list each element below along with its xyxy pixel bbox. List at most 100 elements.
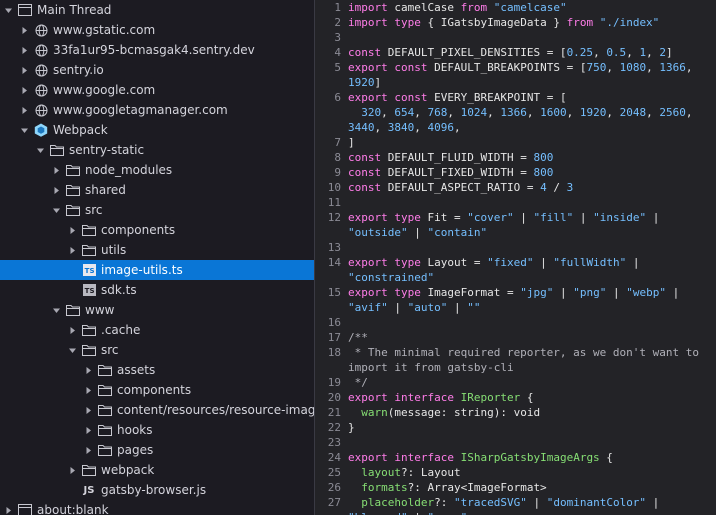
line-number[interactable]: 6 (315, 90, 341, 105)
tree-row[interactable]: .cache (0, 320, 314, 340)
tree-row[interactable]: pages (0, 440, 314, 460)
tree-row[interactable]: sentry.io (0, 60, 314, 80)
tree-row[interactable]: Main Thread (0, 0, 314, 20)
code-token: "camelcase" (493, 1, 567, 14)
expand-arrow-closed-icon[interactable] (83, 440, 93, 460)
code-token: 2048 (619, 106, 647, 119)
tree-row[interactable]: www.gstatic.com (0, 20, 314, 40)
tree-row[interactable]: hooks (0, 420, 314, 440)
line-number[interactable]: 17 (315, 330, 341, 345)
code-token: "png" (573, 286, 607, 299)
code-line-wrap: "outside" | "contain" (348, 225, 708, 240)
tree-row[interactable]: JS gatsby-browser.js (0, 480, 314, 500)
line-number[interactable]: 25 (315, 465, 341, 480)
line-number[interactable]: 18 (315, 345, 341, 360)
tree-row[interactable]: components (0, 380, 314, 400)
line-number[interactable]: 2 (315, 15, 341, 30)
tree-row[interactable]: src (0, 340, 314, 360)
code-token: ] (374, 76, 382, 89)
code-token: 1366 (500, 106, 527, 119)
expand-arrow-closed-icon[interactable] (67, 320, 77, 340)
expand-arrow-open-icon[interactable] (3, 0, 13, 20)
line-number[interactable]: 8 (315, 150, 341, 165)
expand-arrow-closed-icon[interactable] (19, 20, 29, 40)
expand-arrow-closed-icon[interactable] (67, 240, 77, 260)
line-number[interactable]: 22 (315, 420, 341, 435)
expand-arrow-closed-icon[interactable] (3, 500, 13, 515)
expand-arrow-closed-icon[interactable] (67, 220, 77, 240)
folder-icon (82, 343, 96, 357)
line-number[interactable]: 27 (315, 495, 341, 510)
expand-arrow-closed-icon[interactable] (51, 160, 61, 180)
line-number[interactable]: 7 (315, 135, 341, 150)
code-token: export (348, 451, 388, 464)
tree-row[interactable]: sentry-static (0, 140, 314, 160)
tree-row[interactable]: webpack (0, 460, 314, 480)
line-number[interactable]: 1 (315, 0, 341, 15)
line-number[interactable]: 5 (315, 60, 341, 75)
code-line-wrap: 3440, 3840, 4096, (348, 120, 708, 135)
code-token: /** (348, 331, 368, 344)
expand-arrow-closed-icon[interactable] (19, 100, 29, 120)
expand-arrow-closed-icon[interactable] (19, 40, 29, 60)
expand-arrow-open-icon[interactable] (51, 200, 61, 220)
line-number[interactable]: 23 (315, 435, 341, 450)
code-token: ] (665, 46, 673, 59)
line-number[interactable]: 12 (315, 210, 341, 225)
line-number[interactable]: 9 (315, 165, 341, 180)
line-number[interactable]: 13 (315, 240, 341, 255)
expand-arrow-closed-icon[interactable] (19, 80, 29, 100)
expand-arrow-open-icon[interactable] (67, 340, 77, 360)
expand-arrow-closed-icon[interactable] (83, 400, 93, 420)
line-number[interactable]: 14 (315, 255, 341, 270)
tree-row[interactable]: about:blank (0, 500, 314, 515)
tree-row[interactable]: 33fa1ur95-bcmasgak4.sentry.dev (0, 40, 314, 60)
line-number[interactable]: 16 (315, 315, 341, 330)
code-token: , (566, 106, 580, 119)
code-token: interface (394, 391, 454, 404)
tree-row[interactable]: utils (0, 240, 314, 260)
tree-row-label: node_modules (85, 163, 173, 177)
line-number[interactable]: 3 (315, 30, 341, 45)
code-token: Fit = (420, 211, 468, 224)
line-number[interactable]: 21 (315, 405, 341, 420)
code-token: */ (348, 376, 368, 389)
tree-row[interactable]: www (0, 300, 314, 320)
line-number[interactable]: 20 (315, 390, 341, 405)
code-token: , (646, 46, 660, 59)
expand-arrow-closed-icon[interactable] (67, 460, 77, 480)
expand-arrow-closed-icon[interactable] (83, 380, 93, 400)
line-number[interactable]: 15 (315, 285, 341, 300)
expand-arrow-closed-icon[interactable] (19, 60, 29, 80)
line-number[interactable]: 26 (315, 480, 341, 495)
tree-row[interactable]: www.google.com (0, 80, 314, 100)
tree-row-label: Webpack (53, 123, 108, 137)
line-number[interactable]: 19 (315, 375, 341, 390)
tree-row[interactable]: node_modules (0, 160, 314, 180)
expand-arrow-closed-icon[interactable] (83, 360, 93, 380)
tree-row[interactable]: src (0, 200, 314, 220)
expand-arrow-closed-icon[interactable] (51, 180, 61, 200)
tree-row-label: www.googletagmanager.com (53, 103, 228, 117)
expand-arrow-open-icon[interactable] (51, 300, 61, 320)
code-token: type (394, 211, 421, 224)
code-token: "contain" (427, 226, 488, 239)
tree-row[interactable]: content/resources/resource-images/js-fr (0, 400, 314, 420)
line-number[interactable]: 4 (315, 45, 341, 60)
code-token: 1600 (540, 106, 567, 119)
tree-row[interactable]: components (0, 220, 314, 240)
line-number[interactable]: 11 (315, 195, 341, 210)
tree-row[interactable]: Webpack (0, 120, 314, 140)
tree-row[interactable]: shared (0, 180, 314, 200)
tree-row[interactable]: www.googletagmanager.com (0, 100, 314, 120)
tree-row[interactable]: TS sdk.ts (0, 280, 314, 300)
expand-arrow-open-icon[interactable] (35, 140, 45, 160)
expand-arrow-closed-icon[interactable] (83, 420, 93, 440)
code-editor: 1 2 3 4 5 6 7 8 9 10 11 12 13 14 15 16 17 18 19 20 21 22 23 24 2… (315, 0, 716, 515)
line-number[interactable]: 24 (315, 450, 341, 465)
code-token: | (553, 286, 574, 299)
tree-row[interactable]: TS image-utils.ts (0, 260, 314, 280)
tree-row[interactable]: assets (0, 360, 314, 380)
line-number[interactable]: 10 (315, 180, 341, 195)
expand-arrow-open-icon[interactable] (19, 120, 29, 140)
